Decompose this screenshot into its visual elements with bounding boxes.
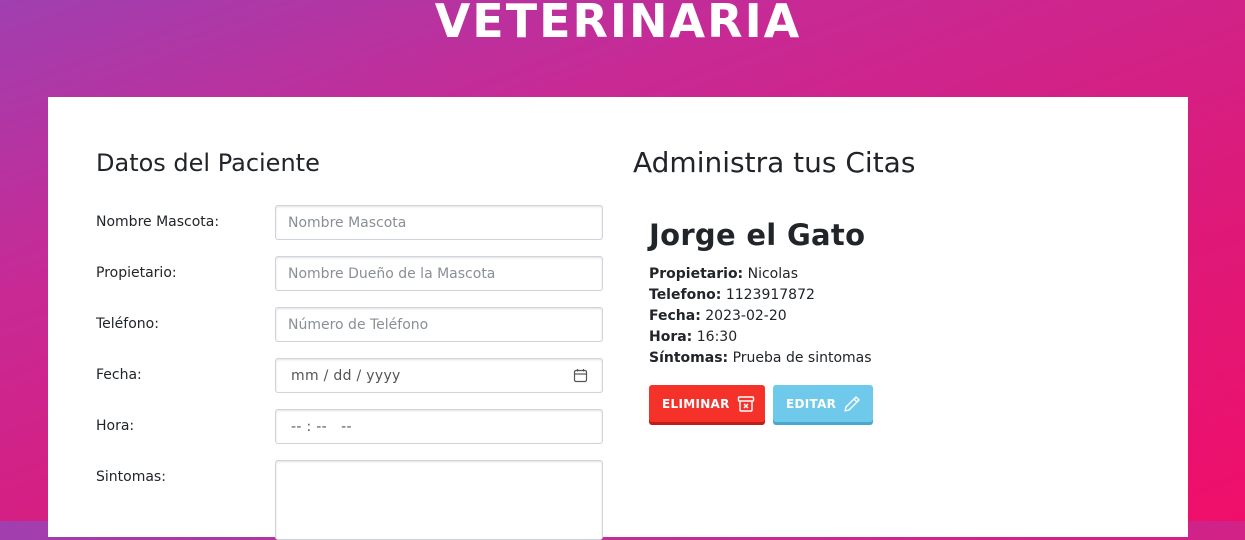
edit-button[interactable]: EDITAR bbox=[773, 385, 873, 422]
appointment-pet-name: Jorge el Gato bbox=[649, 218, 866, 252]
pencil-icon bbox=[842, 394, 862, 414]
time-input-value: -- : -- -- bbox=[291, 418, 352, 435]
time-input[interactable]: -- : -- -- bbox=[275, 409, 603, 444]
appointment-actions: ELIMINAR EDITAR bbox=[649, 385, 1129, 422]
appointment-phone-label: Telefono: bbox=[649, 287, 722, 303]
appointments-title: Administra tus Citas bbox=[633, 146, 916, 179]
appointment-date-value: 2023-02-20 bbox=[705, 308, 787, 324]
phone-label: Teléfono: bbox=[96, 316, 159, 332]
appointment-owner-value: Nicolas bbox=[747, 266, 799, 282]
form-row-time: Hora: -- : -- -- bbox=[96, 409, 603, 444]
appointment-date-label: Fecha: bbox=[649, 308, 701, 324]
form-row-date: Fecha: mm / dd / yyyy bbox=[96, 358, 603, 393]
form-row-symptoms: Sintomas: bbox=[96, 460, 603, 540]
main-container: Datos del Paciente Nombre Mascota: Propi… bbox=[48, 97, 1188, 540]
appointment-symptoms-label: Síntomas: bbox=[649, 350, 729, 366]
appointment-date: Fecha: 2023-02-20 bbox=[649, 306, 1129, 327]
form-row-phone: Teléfono: bbox=[96, 307, 603, 342]
appointment-symptoms-value: Prueba de sintomas bbox=[732, 350, 872, 366]
appointment-card: Jorge el Gato Propietario: Nicolas Telef… bbox=[649, 215, 1129, 422]
appointment-time-label: Hora: bbox=[649, 329, 693, 345]
appointment-time: Hora: 16:30 bbox=[649, 327, 1129, 348]
phone-input[interactable] bbox=[275, 307, 603, 342]
date-input-value: mm / dd / yyyy bbox=[291, 367, 401, 384]
owner-label: Propietario: bbox=[96, 265, 177, 281]
appointment-owner-label: Propietario: bbox=[649, 266, 744, 282]
delete-button[interactable]: ELIMINAR bbox=[649, 385, 765, 422]
appointment-phone: Telefono: 1123917872 bbox=[649, 285, 1129, 306]
symptoms-textarea[interactable] bbox=[275, 460, 603, 540]
edit-button-label: EDITAR bbox=[786, 396, 837, 411]
symptoms-label: Sintomas: bbox=[96, 469, 166, 485]
time-label: Hora: bbox=[96, 418, 135, 434]
form-row-owner: Propietario: bbox=[96, 256, 603, 291]
form-title: Datos del Paciente bbox=[96, 149, 320, 177]
archive-x-icon bbox=[736, 394, 756, 414]
form-row-pet-name: Nombre Mascota: bbox=[96, 205, 603, 240]
date-input[interactable]: mm / dd / yyyy bbox=[275, 358, 603, 393]
appointment-symptoms: Síntomas: Prueba de sintomas bbox=[649, 348, 1129, 369]
appointment-time-value: 16:30 bbox=[696, 329, 738, 345]
pet-name-input[interactable] bbox=[275, 205, 603, 240]
calendar-icon[interactable] bbox=[573, 368, 588, 383]
date-label: Fecha: bbox=[96, 367, 142, 383]
appointment-phone-value: 1123917872 bbox=[725, 287, 815, 303]
pet-name-label: Nombre Mascota: bbox=[96, 214, 220, 230]
delete-button-label: ELIMINAR bbox=[662, 396, 730, 411]
owner-input[interactable] bbox=[275, 256, 603, 291]
appointment-owner: Propietario: Nicolas bbox=[649, 264, 1129, 285]
app-title: VETERINARIA bbox=[434, 0, 802, 48]
